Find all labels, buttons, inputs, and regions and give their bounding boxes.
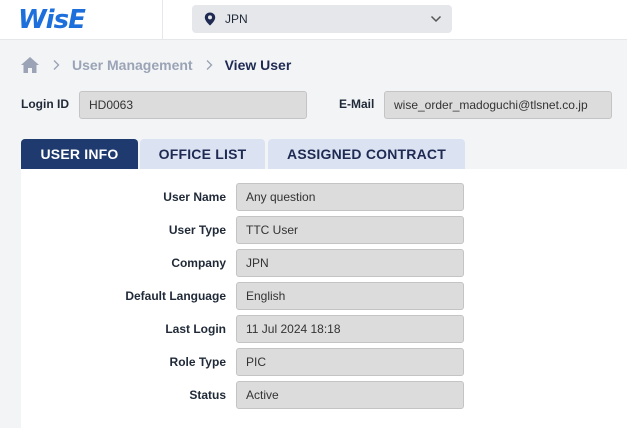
login-id-label: Login ID (21, 97, 69, 111)
user-name-value: Any question (246, 190, 316, 204)
company-label: Company (171, 256, 226, 270)
company-value: JPN (246, 256, 269, 270)
chevron-down-icon (430, 15, 442, 23)
top-bar: WisE JPN (0, 0, 627, 40)
chevron-right-icon (53, 60, 60, 70)
chevron-right-icon (206, 60, 213, 70)
tab-user-info[interactable]: USER INFO (21, 139, 138, 169)
company-field: JPN (236, 249, 464, 277)
map-pin-icon (204, 12, 216, 26)
tab-office-list[interactable]: OFFICE LIST (140, 139, 265, 169)
last-login-value: 11 Jul 2024 18:18 (246, 322, 341, 336)
role-type-field: PIC (236, 348, 464, 376)
user-type-label: User Type (168, 223, 226, 237)
country-select[interactable]: JPN (192, 5, 452, 33)
login-id-value: HD0063 (89, 98, 134, 112)
user-type-value: TTC User (246, 223, 298, 237)
breadcrumb-user-management[interactable]: User Management (72, 57, 193, 73)
user-type-field: TTC User (236, 216, 464, 244)
last-login-field: 11 Jul 2024 18:18 (236, 315, 464, 343)
default-language-label: Default Language (125, 289, 226, 303)
logo-divider (162, 0, 163, 40)
user-info-panel: User Name Any question User Type TTC Use… (21, 169, 627, 428)
role-type-value: PIC (246, 355, 267, 369)
email-field: wise_order_madoguchi@tlsnet.co.jp (384, 91, 612, 119)
email-value: wise_order_madoguchi@tlsnet.co.jp (394, 98, 588, 112)
app-logo[interactable]: WisE (18, 4, 86, 36)
default-language-value: English (246, 289, 286, 303)
last-login-label: Last Login (165, 322, 226, 336)
user-name-field: Any question (236, 183, 464, 211)
default-language-field: English (236, 282, 464, 310)
breadcrumb-current: View User (224, 57, 292, 73)
breadcrumb: User Management View User (20, 53, 291, 77)
status-field: Active (236, 381, 464, 409)
status-label: Status (189, 388, 226, 402)
role-type-label: Role Type (169, 355, 226, 369)
tab-assigned-contract[interactable]: ASSIGNED CONTRACT (268, 139, 465, 169)
country-select-value: JPN (225, 12, 248, 26)
status-value: Active (246, 388, 279, 402)
email-label: E-Mail (339, 97, 375, 111)
login-id-field: HD0063 (79, 91, 307, 119)
home-icon[interactable] (20, 56, 40, 74)
user-name-label: User Name (163, 190, 226, 204)
